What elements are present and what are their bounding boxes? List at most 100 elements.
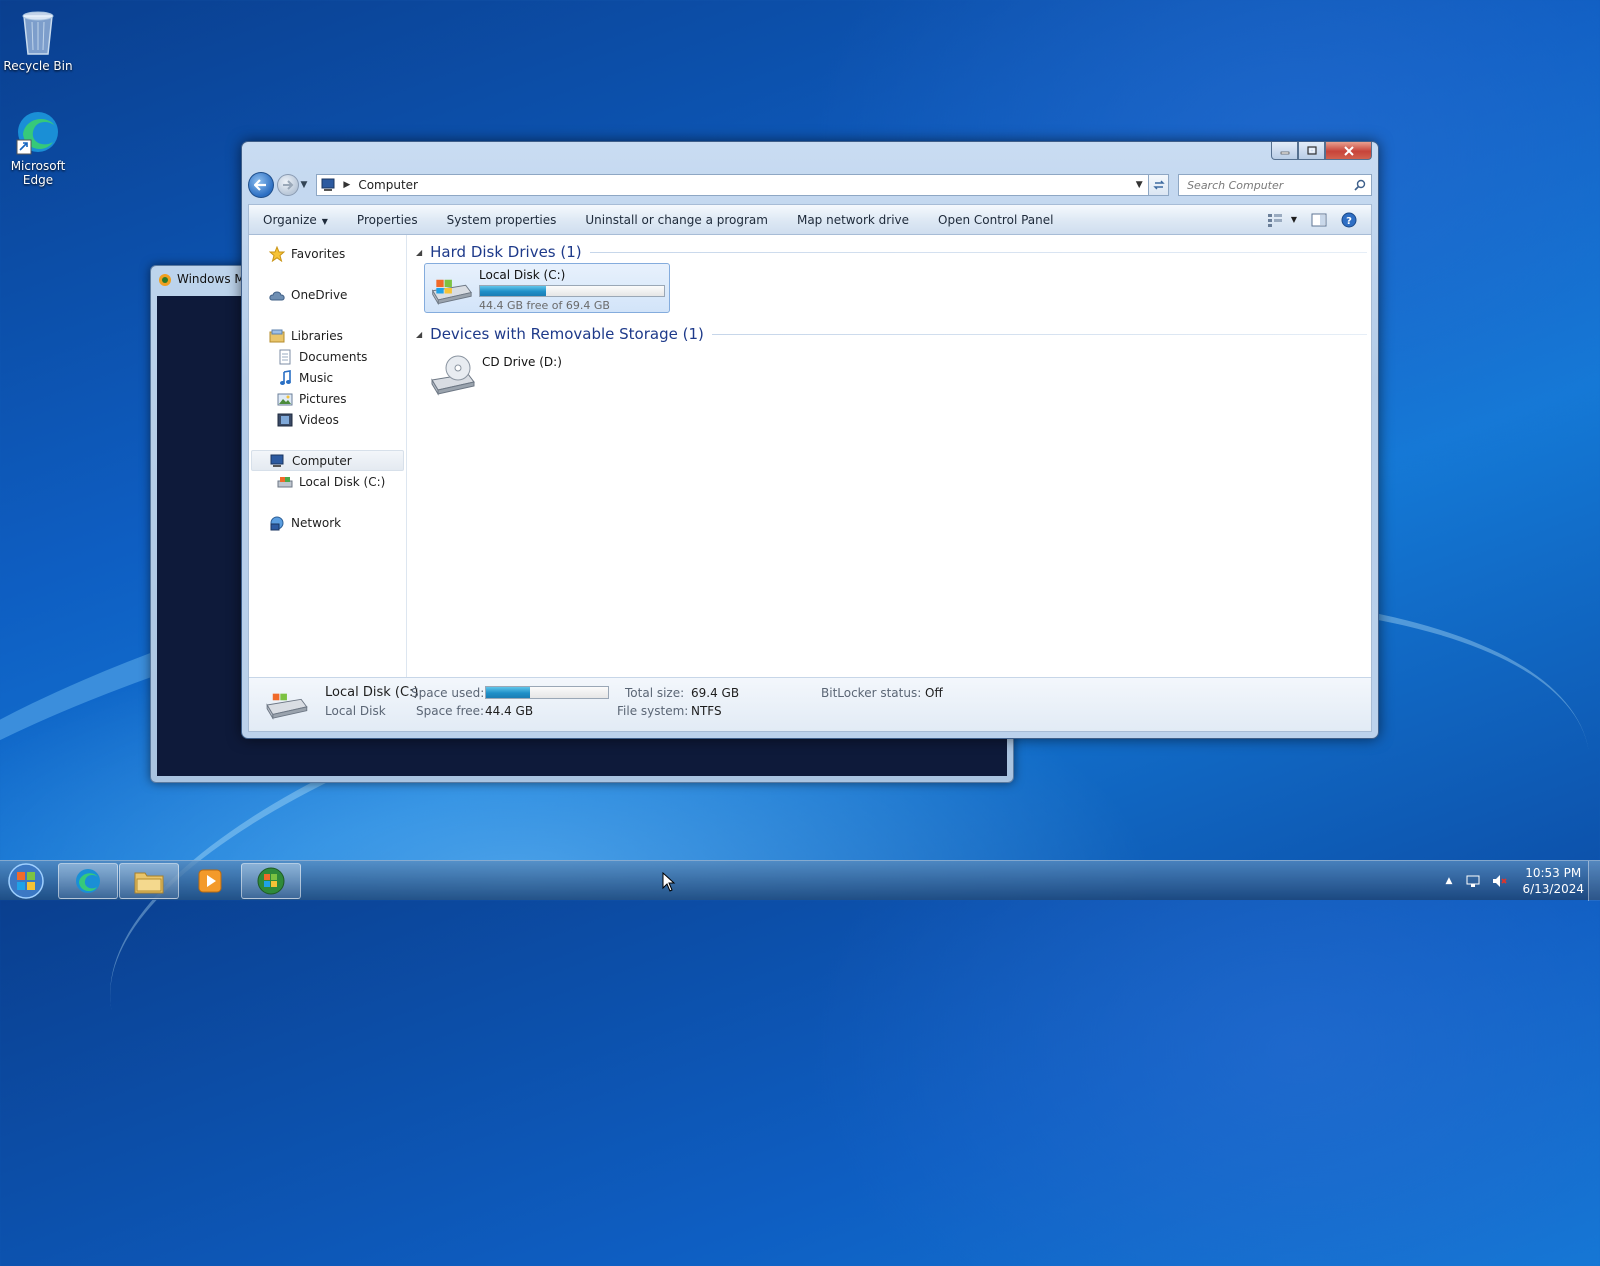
organize-label: Organize bbox=[263, 212, 317, 227]
bitlocker-label: BitLocker status: bbox=[821, 686, 922, 700]
nav-item-network[interactable]: Network bbox=[249, 512, 406, 533]
clock-time: 10:53 PM bbox=[1525, 866, 1582, 880]
change-view-button[interactable]: ▼ bbox=[1267, 213, 1297, 227]
nav-label: Favorites bbox=[291, 246, 346, 261]
nav-item-computer[interactable]: Computer bbox=[251, 450, 404, 471]
desktop-icon-label: Recycle Bin bbox=[3, 59, 73, 73]
videos-icon bbox=[277, 413, 293, 426]
open-control-panel-button[interactable]: Open Control Panel bbox=[938, 213, 1053, 227]
nav-label: Libraries bbox=[291, 328, 343, 343]
desktop-icon-recycle-bin[interactable]: Recycle Bin bbox=[0, 8, 76, 73]
group-header-hard-disks[interactable]: ◢ Hard Disk Drives (1) bbox=[412, 241, 1367, 263]
hard-drive-icon bbox=[266, 693, 308, 720]
nav-label: OneDrive bbox=[291, 287, 348, 302]
address-bar[interactable]: ▶ Computer ▼ bbox=[316, 174, 1150, 196]
help-icon[interactable]: ? bbox=[1341, 212, 1357, 228]
breadcrumb-computer[interactable]: Computer bbox=[358, 178, 418, 192]
start-button[interactable] bbox=[4, 862, 48, 900]
network-status-icon[interactable] bbox=[1466, 874, 1482, 888]
libraries-icon bbox=[269, 329, 285, 342]
group-title: Devices with Removable Storage (1) bbox=[430, 325, 704, 343]
nav-item-music[interactable]: Music bbox=[249, 367, 406, 388]
refresh-button[interactable] bbox=[1149, 174, 1170, 196]
music-icon bbox=[280, 369, 291, 385]
collapse-triangle-icon[interactable]: ◢ bbox=[416, 248, 422, 257]
nav-item-favorites[interactable]: Favorites bbox=[249, 243, 406, 264]
taskbar-media-player[interactable] bbox=[180, 863, 240, 899]
command-bar: Organize ▼ Properties System properties U… bbox=[248, 204, 1372, 234]
group-divider bbox=[711, 333, 1367, 335]
nav-item-onedrive[interactable]: OneDrive bbox=[249, 284, 406, 305]
nav-label: Music bbox=[299, 370, 334, 385]
space-free-value: 44.4 GB bbox=[485, 704, 534, 718]
minimize-button[interactable] bbox=[1271, 142, 1298, 160]
system-properties-button[interactable]: System properties bbox=[447, 213, 557, 227]
nav-label: Network bbox=[291, 515, 342, 530]
organize-menu[interactable]: Organize ▼ bbox=[263, 213, 328, 227]
taskbar-edge[interactable] bbox=[58, 863, 118, 899]
drive-name: Local Disk (C:) bbox=[479, 268, 566, 282]
preview-pane-icon[interactable] bbox=[1311, 213, 1327, 227]
group-header-removable[interactable]: ◢ Devices with Removable Storage (1) bbox=[412, 323, 1367, 345]
capacity-bar bbox=[479, 285, 665, 297]
taskbar-file-explorer[interactable] bbox=[119, 863, 179, 899]
drive-tile-c[interactable]: Local Disk (C:) 44.4 GB free of 69.4 GB bbox=[424, 263, 670, 313]
media-player-icon bbox=[198, 869, 222, 893]
taskbar-windows-media-app[interactable] bbox=[241, 863, 301, 899]
chevron-down-icon[interactable]: ▼ bbox=[1291, 215, 1297, 224]
edge-icon bbox=[76, 869, 100, 893]
collapse-triangle-icon[interactable]: ◢ bbox=[416, 330, 422, 339]
map-network-drive-button[interactable]: Map network drive bbox=[797, 213, 909, 227]
recent-pages-dropdown[interactable]: ▼ bbox=[301, 180, 313, 190]
windows-logo-icon bbox=[257, 867, 285, 895]
maximize-icon bbox=[1306, 145, 1317, 155]
nav-item-documents[interactable]: Documents bbox=[249, 346, 406, 367]
desktop-icon-edge[interactable]: Microsoft Edge bbox=[0, 108, 76, 187]
arrow-right-icon bbox=[282, 180, 294, 190]
drive-free-space: 44.4 GB free of 69.4 GB bbox=[479, 299, 610, 312]
nav-item-pictures[interactable]: Pictures bbox=[249, 388, 406, 409]
details-drive-type: Local Disk bbox=[325, 704, 386, 718]
group-title: Hard Disk Drives (1) bbox=[430, 243, 582, 261]
address-dropdown-button[interactable]: ▼ bbox=[1130, 180, 1148, 190]
space-free-label: Space free: bbox=[416, 704, 485, 718]
clock[interactable]: 10:53 PM 6/13/2024 bbox=[1522, 865, 1584, 897]
hard-drive-icon bbox=[431, 279, 472, 306]
total-size-label: Total size: bbox=[625, 686, 685, 700]
search-field[interactable] bbox=[1178, 174, 1373, 196]
space-used-bar bbox=[485, 686, 609, 699]
group-divider bbox=[589, 251, 1367, 253]
drive-info: CD Drive (D:) bbox=[482, 354, 562, 369]
content-pane: ◢ Hard Disk Drives (1) Local Disk (C:) 4… bbox=[408, 235, 1371, 677]
nav-item-local-disk[interactable]: Local Disk (C:) bbox=[249, 471, 406, 492]
close-button[interactable] bbox=[1325, 142, 1372, 160]
uninstall-program-button[interactable]: Uninstall or change a program bbox=[585, 213, 768, 227]
computer-icon bbox=[321, 178, 335, 191]
nav-label: Pictures bbox=[299, 391, 347, 406]
nav-label: Documents bbox=[299, 349, 368, 364]
search-input[interactable] bbox=[1185, 177, 1346, 193]
windows-logo-icon bbox=[8, 863, 44, 899]
volume-muted-icon[interactable] bbox=[1492, 874, 1508, 888]
details-pane: Local Disk (C:) Local Disk Space used: S… bbox=[249, 677, 1371, 731]
show-desktop-button[interactable] bbox=[1588, 861, 1600, 901]
nav-item-videos[interactable]: Videos bbox=[249, 409, 406, 430]
drive-tile-d[interactable]: CD Drive (D:) bbox=[424, 351, 670, 401]
search-icon[interactable] bbox=[1354, 179, 1366, 191]
properties-button[interactable]: Properties bbox=[357, 213, 418, 227]
computer-icon bbox=[270, 454, 284, 467]
minimize-icon bbox=[1280, 151, 1289, 154]
star-icon bbox=[269, 245, 285, 262]
maximize-button[interactable] bbox=[1298, 142, 1325, 160]
explorer-window[interactable]: ▼ ▶ Computer ▼ Organize ▼ Properties Syst… bbox=[241, 141, 1379, 739]
windows-media-icon bbox=[159, 274, 171, 286]
refresh-icon bbox=[1152, 180, 1165, 190]
nav-item-libraries[interactable]: Libraries bbox=[249, 325, 406, 346]
documents-icon bbox=[279, 349, 291, 364]
forward-button[interactable] bbox=[276, 174, 299, 196]
show-hidden-icons-icon[interactable]: ▲ bbox=[1446, 876, 1453, 886]
back-button[interactable] bbox=[248, 172, 274, 198]
breadcrumb-chevron-icon[interactable]: ▶ bbox=[343, 180, 350, 190]
drive-info: Local Disk (C:) 44.4 GB free of 69.4 GB bbox=[479, 267, 665, 312]
navigation-pane: Favorites OneDrive Libraries Documents M… bbox=[249, 235, 407, 677]
